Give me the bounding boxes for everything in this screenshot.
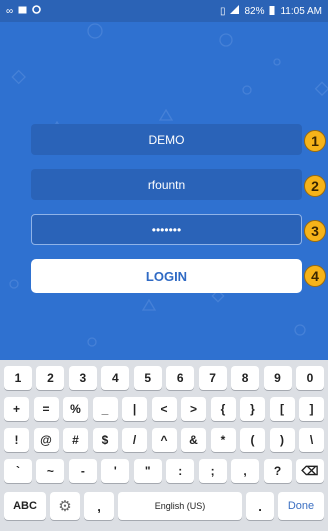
key[interactable]: 3 <box>68 366 97 390</box>
key[interactable]: ~ <box>36 459 65 483</box>
done-key[interactable]: Done <box>278 492 324 520</box>
key[interactable]: = <box>33 397 59 421</box>
key[interactable]: | <box>122 397 147 421</box>
login-screen: DEMO rfountn ••••••• LOGIN 1 2 3 4 <box>0 22 328 360</box>
key[interactable]: 8 <box>231 366 260 390</box>
sync-icon <box>32 5 41 17</box>
key[interactable]: ) <box>269 428 295 452</box>
key[interactable]: # <box>63 428 88 452</box>
key[interactable]: / <box>122 428 147 452</box>
key[interactable]: 4 <box>101 366 130 390</box>
status-left-icons: ∞ <box>6 5 41 17</box>
key[interactable]: [ <box>269 397 295 421</box>
key[interactable]: ; <box>198 459 227 483</box>
settings-gear-icon[interactable]: ⚙ <box>50 492 80 520</box>
key[interactable]: % <box>63 397 88 421</box>
battery-level: 82% <box>244 5 265 17</box>
callout-badge-3: 3 <box>304 220 326 242</box>
key[interactable]: : <box>166 459 195 483</box>
key[interactable]: 1 <box>4 366 32 390</box>
username-field[interactable]: rfountn <box>31 169 302 200</box>
keyboard-bottom-row: ABC ⚙ , English (US) . Done <box>0 492 328 522</box>
key[interactable]: + <box>4 397 29 421</box>
key[interactable]: ^ <box>151 428 177 452</box>
status-right-icons: ▯ 82% 11:05 AM <box>220 5 322 18</box>
backspace-icon[interactable]: ⌫ <box>295 459 324 483</box>
key[interactable]: 2 <box>36 366 65 390</box>
image-icon <box>18 6 27 17</box>
key[interactable]: 6 <box>166 366 195 390</box>
key[interactable]: 0 <box>295 366 324 390</box>
key[interactable]: & <box>181 428 206 452</box>
key[interactable]: _ <box>92 397 118 421</box>
keyboard-row-1: 1234567890 <box>0 366 328 390</box>
key[interactable]: " <box>133 459 162 483</box>
key[interactable]: ] <box>299 397 324 421</box>
key[interactable]: ? <box>263 459 292 483</box>
key[interactable]: } <box>240 397 265 421</box>
infinity-icon: ∞ <box>6 5 14 17</box>
abc-key[interactable]: ABC <box>4 492 46 520</box>
key[interactable]: 9 <box>263 366 292 390</box>
password-value: ••••••• <box>151 222 182 237</box>
key[interactable]: ' <box>101 459 130 483</box>
key[interactable]: ` <box>4 459 32 483</box>
key[interactable]: { <box>210 397 236 421</box>
key[interactable]: ! <box>4 428 29 452</box>
comma-key[interactable]: , <box>84 492 114 520</box>
status-bar: ∞ ▯ 82% 11:05 AM <box>0 0 328 22</box>
keyboard-row-4: ` ~ - ' ":;,? ⌫ <box>0 459 328 483</box>
callout-badge-1: 1 <box>304 130 326 152</box>
space-key[interactable]: English (US) <box>118 492 242 520</box>
key[interactable]: 7 <box>198 366 227 390</box>
key[interactable]: 5 <box>133 366 162 390</box>
keyboard-row-2: + =% _ | < >{}[] <box>0 397 328 421</box>
key[interactable]: - <box>68 459 97 483</box>
soft-keyboard: 1234567890 + =% _ | < >{}[] ! @ # $ / ^ & *() \ ` ~ - ' "… <box>0 360 328 531</box>
password-field[interactable]: ••••••• <box>31 214 302 245</box>
key[interactable]: > <box>181 397 206 421</box>
key[interactable]: , <box>231 459 260 483</box>
login-button[interactable]: LOGIN <box>31 259 302 293</box>
keyboard-row-3: ! @ # $ / ^ & *() \ <box>0 428 328 452</box>
key[interactable]: < <box>151 397 177 421</box>
key[interactable]: \ <box>299 428 324 452</box>
signal-icon <box>230 5 240 17</box>
period-key[interactable]: . <box>246 492 274 520</box>
company-value: DEMO <box>148 132 185 147</box>
key[interactable]: ( <box>240 428 265 452</box>
callout-badge-4: 4 <box>304 265 326 287</box>
battery-icon <box>269 5 275 18</box>
vibrate-icon: ▯ <box>219 5 226 17</box>
username-value: rfountn <box>147 177 186 192</box>
key[interactable]: $ <box>92 428 118 452</box>
login-button-label: LOGIN <box>145 268 188 284</box>
key[interactable]: * <box>210 428 236 452</box>
company-field[interactable]: DEMO <box>31 124 302 155</box>
callout-badge-2: 2 <box>304 175 326 197</box>
key[interactable]: @ <box>33 428 59 452</box>
clock: 11:05 AM <box>280 5 322 17</box>
